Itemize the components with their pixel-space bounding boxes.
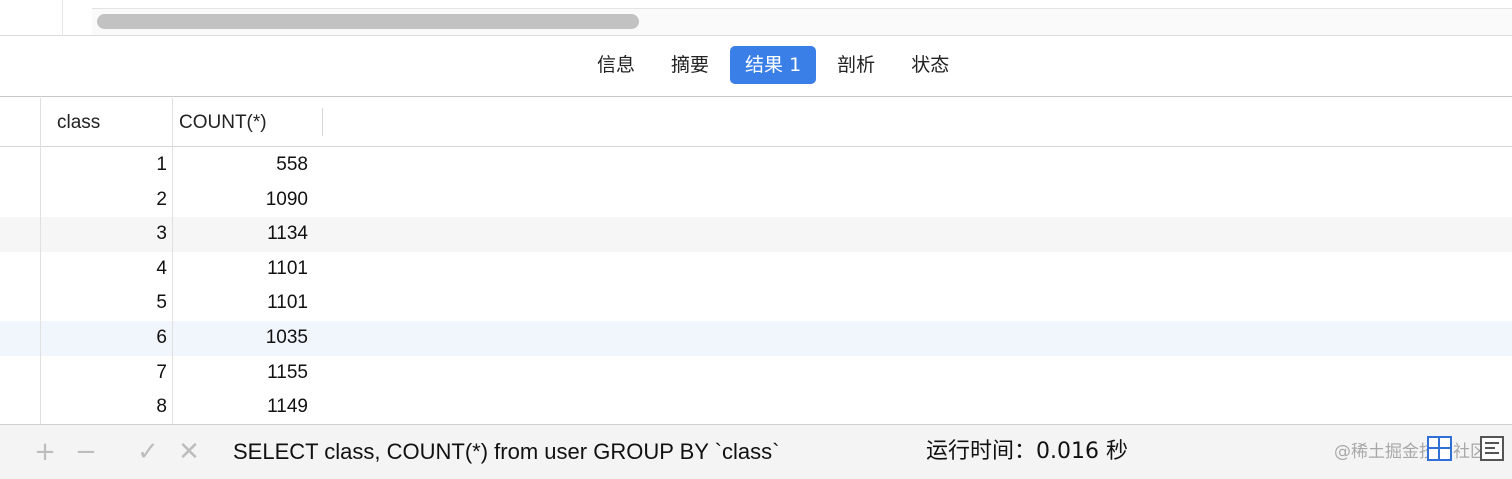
table-row[interactable]: 1 558: [0, 148, 1512, 183]
cell-class[interactable]: 6: [42, 321, 167, 356]
tab-profile[interactable]: 剖析: [822, 46, 890, 84]
cell-count[interactable]: 1035: [173, 321, 308, 356]
cell-class[interactable]: 1: [42, 148, 167, 183]
delete-row-button[interactable]: −: [73, 437, 99, 467]
table-row[interactable]: 5 1101: [0, 286, 1512, 321]
cell-class[interactable]: 7: [42, 356, 167, 391]
column-header-count[interactable]: COUNT(*): [163, 98, 267, 147]
cell-class[interactable]: 4: [42, 252, 167, 287]
grid-header: class COUNT(*): [0, 98, 1512, 147]
cell-class[interactable]: 3: [42, 217, 167, 252]
tab-result-1[interactable]: 结果 1: [730, 46, 817, 84]
cell-count[interactable]: 1090: [173, 183, 308, 218]
editor-divider: [92, 8, 1512, 9]
form-view-icon[interactable]: [1480, 436, 1504, 461]
cell-count[interactable]: 558: [173, 148, 308, 183]
cell-class[interactable]: 2: [42, 183, 167, 218]
editor-gutter-divider: [62, 0, 63, 36]
table-row[interactable]: 6 1035: [0, 321, 1512, 356]
cell-count[interactable]: 1134: [173, 217, 308, 252]
table-row[interactable]: 7 1155: [0, 356, 1512, 391]
table-row[interactable]: 4 1101: [0, 252, 1512, 287]
table-row[interactable]: 3 1134: [0, 217, 1512, 252]
editor-area: [0, 0, 1512, 36]
horizontal-scrollbar-thumb[interactable]: [97, 14, 639, 29]
executed-sql-text: SELECT class, COUNT(*) from user GROUP B…: [233, 439, 780, 464]
table-row[interactable]: 8 1149: [0, 390, 1512, 424]
tab-status[interactable]: 状态: [896, 46, 964, 84]
tab-info[interactable]: 信息: [582, 46, 650, 84]
cell-count[interactable]: 1149: [173, 390, 308, 424]
runtime-label: 运行时间：: [926, 439, 1037, 464]
row-header-divider: [40, 98, 41, 424]
apply-changes-button[interactable]: ✓: [135, 437, 161, 467]
column-divider: [172, 98, 173, 424]
cell-count[interactable]: 1101: [173, 252, 308, 287]
result-tab-bar: 信息 摘要 结果 1 剖析 状态: [0, 37, 1512, 97]
tab-summary[interactable]: 摘要: [656, 46, 724, 84]
add-row-button[interactable]: +: [32, 437, 58, 467]
cell-count[interactable]: 1101: [173, 286, 308, 321]
runtime-display: 运行时间：0.016 秒: [926, 437, 1128, 467]
column-divider: [322, 108, 323, 136]
tab-list: 信息 摘要 结果 1 剖析 状态: [582, 46, 970, 84]
runtime-value: 0.016 秒: [1036, 439, 1128, 464]
grid-view-icon[interactable]: [1427, 436, 1452, 461]
table-row[interactable]: 2 1090: [0, 183, 1512, 218]
discard-changes-button[interactable]: ✕: [176, 437, 202, 467]
column-header-class[interactable]: class: [41, 98, 100, 147]
status-bar: + − ✓ ✕ SELECT class, COUNT(*) from user…: [0, 424, 1512, 479]
cell-class[interactable]: 8: [42, 390, 167, 424]
cell-class[interactable]: 5: [42, 286, 167, 321]
watermark-text: @稀土掘金技术社区: [1334, 442, 1487, 462]
result-grid: class COUNT(*) 1 558 2 1090 3 1134 4 110…: [0, 98, 1512, 424]
cell-count[interactable]: 1155: [173, 356, 308, 391]
